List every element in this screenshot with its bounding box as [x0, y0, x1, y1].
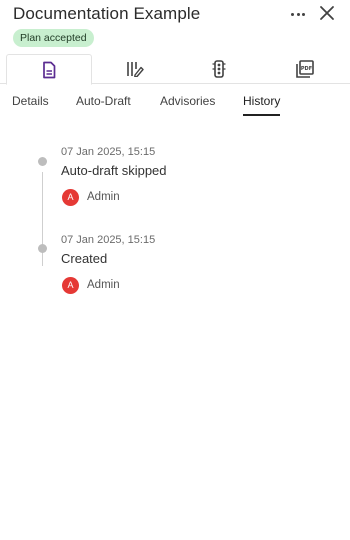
document-icon [43, 61, 56, 78]
more-icon-dot [302, 12, 306, 16]
entry-user: A Admin [62, 188, 120, 206]
tab-advisories-label: Advisories [160, 94, 216, 108]
svg-text:PDF: PDF [301, 66, 312, 72]
tab-history[interactable]: History [243, 94, 281, 116]
page-title: Documentation Example [13, 4, 201, 23]
pdf-icon: PDF [296, 60, 314, 78]
user-name: Admin [87, 191, 120, 203]
tab-columns-edit[interactable] [92, 54, 178, 84]
entry-title: Auto-draft skipped [61, 163, 167, 178]
avatar: A [62, 276, 79, 294]
tab-advisories[interactable]: Advisories [160, 94, 215, 108]
traffic-light-icon [212, 60, 226, 78]
status-badge: Plan accepted [13, 29, 94, 47]
close-icon [320, 6, 334, 20]
more-icon [290, 12, 294, 16]
user-name: Admin [87, 279, 120, 291]
text-tab-bar: Details Auto-Draft Advisories History [0, 84, 350, 118]
timeline-dot [38, 244, 47, 253]
entry-timestamp: 07 Jan 2025, 15:15 [61, 146, 156, 158]
tab-document[interactable] [6, 54, 92, 85]
panel-header: Documentation Example Plan accepted [0, 0, 350, 54]
entry-timestamp: 07 Jan 2025, 15:15 [61, 234, 156, 246]
tab-auto-draft-label: Auto-Draft [76, 94, 131, 108]
columns-edit-icon [127, 62, 144, 77]
entry-title: Created [61, 251, 108, 266]
tab-history-label: History [243, 94, 281, 108]
tab-traffic-light[interactable] [176, 54, 262, 84]
more-options-button[interactable] [286, 4, 310, 24]
tab-details[interactable]: Details [12, 94, 49, 108]
tab-auto-draft[interactable]: Auto-Draft [76, 94, 131, 108]
entry-user: A Admin [62, 276, 120, 294]
close-button[interactable] [316, 2, 338, 24]
icon-tab-bar: PDF [0, 54, 350, 85]
more-icon-dot [296, 12, 300, 16]
active-tab-indicator [243, 114, 281, 116]
tab-pdf[interactable]: PDF [262, 54, 348, 84]
tab-details-label: Details [12, 94, 49, 108]
timeline-dot [38, 157, 47, 166]
avatar: A [62, 188, 79, 206]
